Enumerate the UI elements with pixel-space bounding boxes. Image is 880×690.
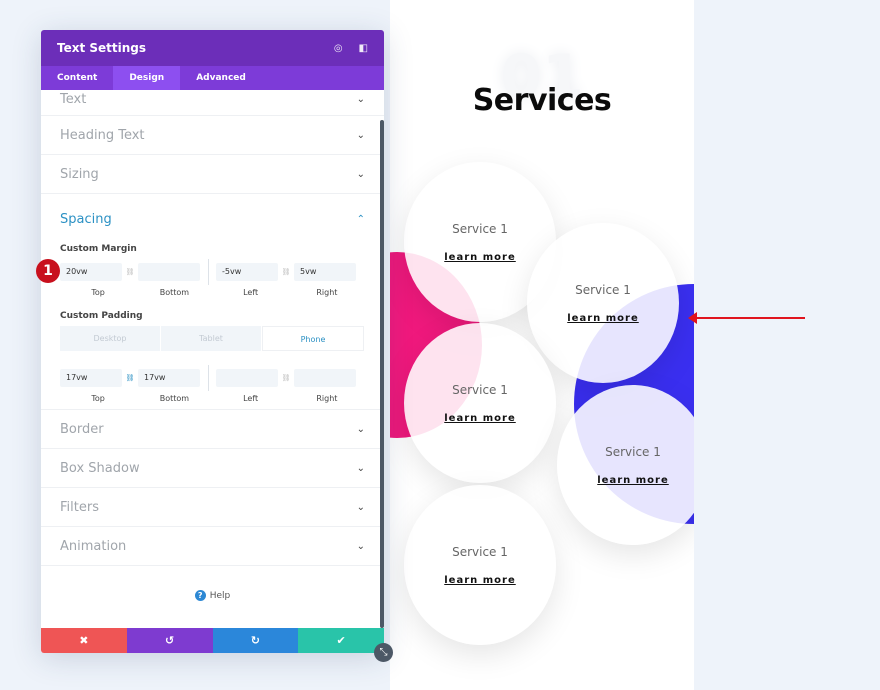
service-card[interactable]: Service 1 learn more (557, 385, 694, 545)
sidebar-toggle-icon[interactable]: ◧ (359, 43, 368, 54)
device-tablet[interactable]: Tablet (161, 326, 261, 351)
padding-top-input[interactable]: 17vw (60, 369, 122, 387)
undo-button[interactable]: ↺ (126, 628, 213, 653)
link-icon[interactable]: ⛓ (122, 374, 138, 382)
scrollbar[interactable] (380, 120, 384, 628)
section-text[interactable]: Text ⌄ (41, 90, 384, 116)
padding-bottom-input[interactable]: 17vw (138, 369, 200, 387)
help-link[interactable]: ? Help (41, 566, 384, 601)
service-title: Service 1 (605, 444, 661, 459)
caption: Right (316, 288, 338, 297)
margin-bottom-input[interactable] (138, 263, 200, 281)
chevron-down-icon: ⌄ (356, 423, 365, 435)
padding-right-input[interactable] (294, 369, 356, 387)
margin-top-input[interactable]: 20vw (60, 263, 122, 281)
section-box-shadow[interactable]: Box Shadow ⌄ (41, 449, 384, 488)
margin-left-input[interactable]: -5vw (216, 263, 278, 281)
preview-page: 01 Services Service 1 learn more Service … (390, 0, 694, 690)
cancel-button[interactable]: ✖ (41, 628, 127, 653)
panel-body: Text ⌄ Heading Text ⌄ Sizing ⌄ Spacing ⌃ Cus… (41, 90, 384, 628)
caption: Top (91, 394, 105, 403)
link-icon[interactable]: ⛓ (278, 374, 294, 382)
step-badge: 1 (36, 259, 60, 283)
resize-handle-icon[interactable]: ⤡ (374, 643, 393, 662)
custom-padding-label: Custom Padding (60, 311, 143, 321)
learn-more-link[interactable]: learn more (597, 475, 669, 486)
service-title: Service 1 (575, 282, 631, 297)
learn-more-link[interactable]: learn more (444, 413, 516, 424)
help-icon: ? (194, 590, 206, 601)
redo-button[interactable]: ↻ (212, 628, 299, 653)
learn-more-link[interactable]: learn more (444, 252, 516, 263)
section-spacing: Spacing ⌃ Custom Margin 20vw ⛓ -5vw ⛓ 5vw… (41, 194, 384, 410)
service-title: Service 1 (452, 544, 508, 559)
section-animation[interactable]: Animation ⌄ (41, 527, 384, 566)
panel-footer: ✖ ↺ ↻ ✔ (41, 628, 384, 653)
section-sizing[interactable]: Sizing ⌄ (41, 155, 384, 194)
link-icon[interactable]: ⛓ (122, 268, 138, 276)
chevron-down-icon: ⌄ (356, 540, 365, 552)
panel-header: Text Settings ◎ ◧ (41, 30, 384, 66)
section-label: Animation (60, 538, 127, 554)
section-label: Filters (60, 499, 99, 515)
save-button[interactable]: ✔ (298, 628, 384, 653)
caption: Bottom (159, 288, 190, 297)
help-label: Help (209, 591, 231, 601)
chevron-down-icon: ⌄ (356, 462, 365, 474)
text-settings-panel: Text Settings ◎ ◧ Content Design Advance… (41, 30, 384, 653)
chevron-down-icon: ⌄ (356, 94, 365, 105)
learn-more-link[interactable]: learn more (567, 313, 639, 324)
service-card[interactable]: Service 1 learn more (404, 485, 556, 645)
margin-right-input[interactable]: 5vw (294, 263, 356, 281)
tab-content[interactable]: Content (41, 66, 113, 90)
learn-more-link[interactable]: learn more (444, 575, 516, 586)
section-label: Border (60, 421, 104, 437)
chevron-down-icon: ⌄ (356, 168, 365, 180)
service-card[interactable]: Service 1 learn more (404, 323, 556, 483)
section-label: Text (60, 92, 87, 107)
annotation-arrow (688, 312, 805, 324)
link-icon[interactable]: ⛓ (278, 268, 294, 276)
section-label: Sizing (60, 166, 99, 182)
section-border[interactable]: Border ⌄ (41, 410, 384, 449)
section-heading-text[interactable]: Heading Text ⌄ (41, 116, 384, 155)
service-title: Service 1 (452, 382, 508, 397)
panel-tabs: Content Design Advanced (41, 66, 384, 90)
services-title: Services (472, 83, 612, 118)
caption: Top (91, 288, 105, 297)
panel-title: Text Settings (57, 41, 147, 55)
spacing-header[interactable]: Spacing ⌃ (60, 194, 365, 244)
tab-advanced[interactable]: Advanced (180, 66, 262, 90)
chevron-up-icon: ⌃ (356, 213, 365, 225)
chevron-down-icon: ⌄ (356, 501, 365, 513)
caption: Left (243, 288, 259, 297)
caption: Bottom (159, 394, 190, 403)
device-desktop[interactable]: Desktop (60, 326, 160, 351)
service-card[interactable]: Service 1 learn more (527, 223, 679, 383)
section-label: Spacing (60, 211, 112, 227)
custom-margin-label: Custom Margin (60, 244, 137, 254)
caption: Right (316, 394, 338, 403)
section-label: Heading Text (60, 127, 145, 143)
section-filters[interactable]: Filters ⌄ (41, 488, 384, 527)
padding-left-input[interactable] (216, 369, 278, 387)
service-title: Service 1 (452, 221, 508, 236)
tab-design[interactable]: Design (113, 66, 181, 90)
caption: Left (243, 394, 259, 403)
device-phone[interactable]: Phone (262, 326, 364, 351)
fullscreen-icon[interactable]: ◎ (334, 43, 343, 54)
chevron-down-icon: ⌄ (356, 129, 365, 141)
section-label: Box Shadow (60, 460, 140, 476)
